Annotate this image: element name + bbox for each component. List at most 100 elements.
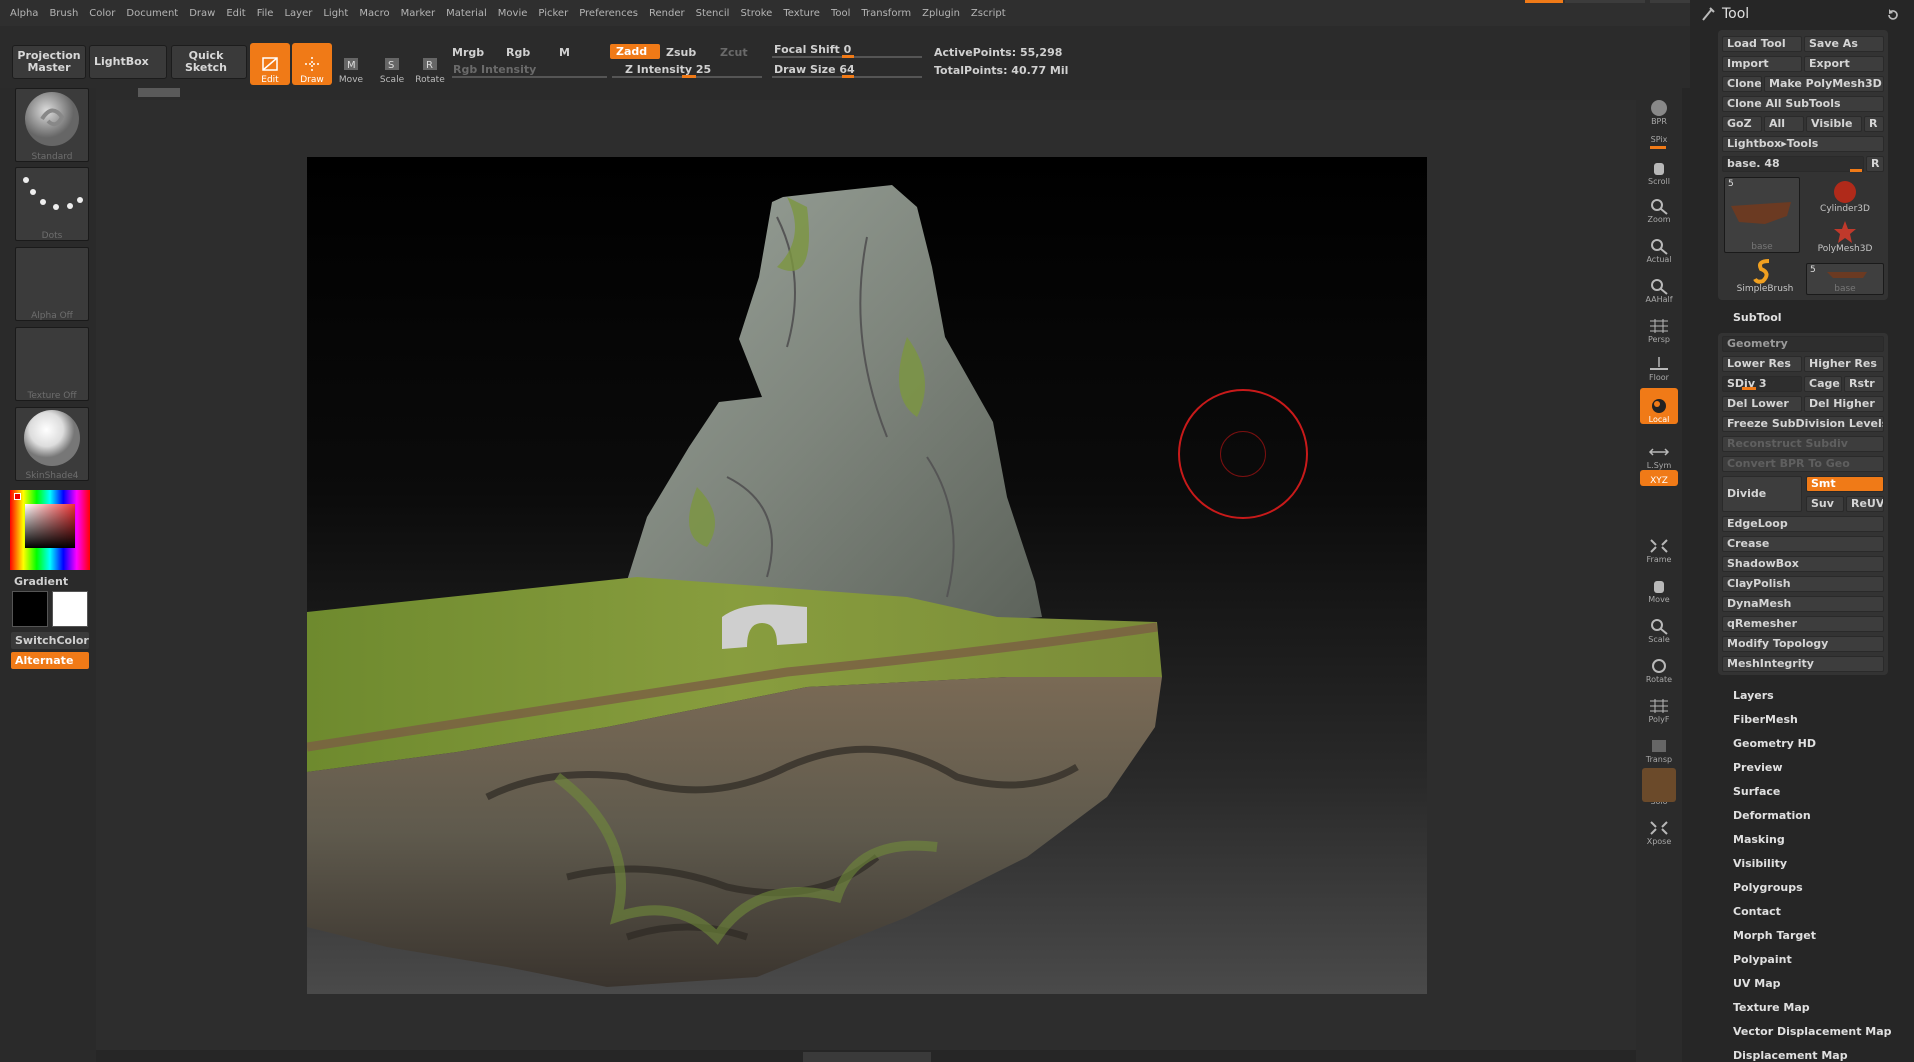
shelf-xpose-button[interactable]: Xpose [1640, 810, 1678, 846]
menu-zplugin[interactable]: Zplugin [922, 8, 960, 19]
shelf-orange-swatch[interactable] [1642, 768, 1676, 802]
shelf-polyf-button[interactable]: PolyF [1640, 688, 1678, 724]
geometry-section-header[interactable]: Geometry [1722, 336, 1884, 352]
canvas-bottom-handle[interactable] [803, 1052, 931, 1062]
shelf-scroll-button[interactable]: Scroll [1640, 150, 1678, 186]
geometry-dynamesh-button[interactable]: DynaMesh [1722, 596, 1884, 612]
geometry-edgeloop-button[interactable]: EdgeLoop [1722, 516, 1884, 532]
base-tool-slider[interactable]: base. 48 [1722, 156, 1864, 172]
section-masking[interactable]: Masking [1733, 833, 1785, 846]
tool-thumbnail-base[interactable]: 5 base [1724, 177, 1800, 253]
section-polypaint[interactable]: Polypaint [1733, 953, 1792, 966]
menu-texture[interactable]: Texture [783, 8, 820, 19]
section-contact[interactable]: Contact [1733, 905, 1781, 918]
clone-button[interactable]: Clone [1722, 76, 1762, 92]
canvas-scroll-thumb[interactable] [138, 88, 180, 97]
menu-picker[interactable]: Picker [538, 8, 568, 19]
shelf-actual-button[interactable]: Actual [1640, 228, 1678, 264]
geometry-shadowbox-button[interactable]: ShadowBox [1722, 556, 1884, 572]
texture-thumbnail[interactable]: Texture Off [15, 327, 89, 401]
zcut-button[interactable]: Zcut [720, 46, 748, 59]
shelf-zoom-button[interactable]: Zoom [1640, 188, 1678, 224]
geometry-meshintegrity-button[interactable]: MeshIntegrity [1722, 656, 1884, 672]
save-as-button[interactable]: Save As [1804, 36, 1884, 52]
color-picker[interactable] [10, 490, 90, 570]
geometry-modify-topology-button[interactable]: Modify Topology [1722, 636, 1884, 652]
menu-brush[interactable]: Brush [49, 8, 78, 19]
shelf-transp-button[interactable]: Transp [1640, 728, 1678, 764]
mrgb-button[interactable]: Mrgb [452, 46, 484, 59]
menu-edit[interactable]: Edit [226, 8, 245, 19]
section-fibermesh[interactable]: FiberMesh [1733, 713, 1798, 726]
menu-render[interactable]: Render [649, 8, 685, 19]
menu-draw[interactable]: Draw [189, 8, 215, 19]
freeze-subdivision-levels-button[interactable]: Freeze SubDivision Levels [1722, 416, 1884, 432]
menu-marker[interactable]: Marker [401, 8, 436, 19]
alpha-thumbnail[interactable]: Alpha Off [15, 247, 89, 321]
shelf-spix-button[interactable]: SPix [1640, 130, 1678, 144]
tool-r-button[interactable]: R [1866, 156, 1884, 172]
main-color-swatch[interactable] [14, 493, 21, 500]
shelf-floor-button[interactable]: Floor [1640, 346, 1678, 382]
lower-res-button[interactable]: Lower Res [1722, 356, 1802, 372]
shelf-rotate-button[interactable]: Rotate [1640, 648, 1678, 684]
shelf-frame-button[interactable]: Frame [1640, 528, 1678, 564]
geometry-crease-button[interactable]: Crease [1722, 536, 1884, 552]
edit-button[interactable]: Edit [250, 43, 290, 85]
section-polygroups[interactable]: Polygroups [1733, 881, 1803, 894]
menu-tool[interactable]: Tool [831, 8, 850, 19]
color-saturation-square[interactable] [25, 504, 75, 548]
shelf-bpr-button[interactable]: BPR [1640, 90, 1678, 126]
draw-button[interactable]: Draw [292, 43, 332, 85]
goz-visible-button[interactable]: Visible [1806, 116, 1862, 132]
shelf-scale-button[interactable]: Scale [1640, 608, 1678, 644]
refresh-icon[interactable] [1886, 8, 1900, 22]
tool-simplebrush[interactable]: SimpleBrush [1730, 258, 1800, 296]
reconstruct-subdiv-button[interactable]: Reconstruct Subdiv [1722, 436, 1884, 452]
smt-toggle[interactable]: Smt [1806, 476, 1884, 492]
divide-button[interactable]: Divide [1722, 476, 1802, 512]
menu-document[interactable]: Document [126, 8, 178, 19]
z-intensity-slider[interactable]: Z Intensity 25 [625, 63, 711, 76]
shelf-move-button[interactable]: Move [1640, 568, 1678, 604]
goz-all-button[interactable]: All [1764, 116, 1804, 132]
reuv-button[interactable]: ReUV [1846, 496, 1884, 512]
goz-r-button[interactable]: R [1864, 116, 1884, 132]
gradient-label[interactable]: Gradient [14, 575, 68, 588]
tool-cylinder3d[interactable]: Cylinder3D [1810, 178, 1880, 216]
menu-zscript[interactable]: Zscript [971, 8, 1006, 19]
higher-res-button[interactable]: Higher Res [1804, 356, 1884, 372]
quick-sketch-button[interactable]: Quick Sketch [171, 45, 247, 79]
menu-material[interactable]: Material [446, 8, 487, 19]
section-geometry-hd[interactable]: Geometry HD [1733, 737, 1816, 750]
section-vector-displacement-map[interactable]: Vector Displacement Map [1733, 1025, 1892, 1038]
export-button[interactable]: Export [1804, 56, 1884, 72]
menu-light[interactable]: Light [323, 8, 348, 19]
shelf-l-sym-button[interactable]: L.Sym [1640, 434, 1678, 470]
section-uv-map[interactable]: UV Map [1733, 977, 1781, 990]
move-button[interactable]: M Move [331, 43, 371, 85]
geometry-claypolish-button[interactable]: ClayPolish [1722, 576, 1884, 592]
zsub-button[interactable]: Zsub [666, 46, 696, 59]
focal-shift-slider[interactable]: Focal Shift 0 [774, 43, 851, 56]
shelf-persp-button[interactable]: Persp [1640, 308, 1678, 344]
tool-thumbnail-base[interactable]: 5 base [1806, 263, 1884, 295]
3d-viewport[interactable] [307, 157, 1427, 994]
subtool-section-header[interactable]: SubTool [1733, 311, 1782, 324]
menu-alpha[interactable]: Alpha [10, 8, 38, 19]
menu-file[interactable]: File [257, 8, 274, 19]
tool-polymesh3d[interactable]: PolyMesh3D [1810, 218, 1880, 256]
section-preview[interactable]: Preview [1733, 761, 1783, 774]
section-visibility[interactable]: Visibility [1733, 857, 1787, 870]
brush-thumbnail[interactable]: Standard [15, 88, 89, 162]
scale-button[interactable]: S Scale [372, 43, 412, 85]
material-thumbnail[interactable]: SkinShade4 [15, 407, 89, 481]
shelf-aahalf-button[interactable]: AAHalf [1640, 268, 1678, 304]
import-button[interactable]: Import [1722, 56, 1802, 72]
rotate-button[interactable]: R Rotate [410, 43, 450, 85]
clone-all-subtools-button[interactable]: Clone All SubTools [1722, 96, 1884, 112]
convert-bpr-to-geo-button[interactable]: Convert BPR To Geo [1722, 456, 1884, 472]
switchcolor-button[interactable]: SwitchColor [11, 632, 89, 649]
rgb-button[interactable]: Rgb [506, 46, 530, 59]
del-higher-button[interactable]: Del Higher [1804, 396, 1884, 412]
